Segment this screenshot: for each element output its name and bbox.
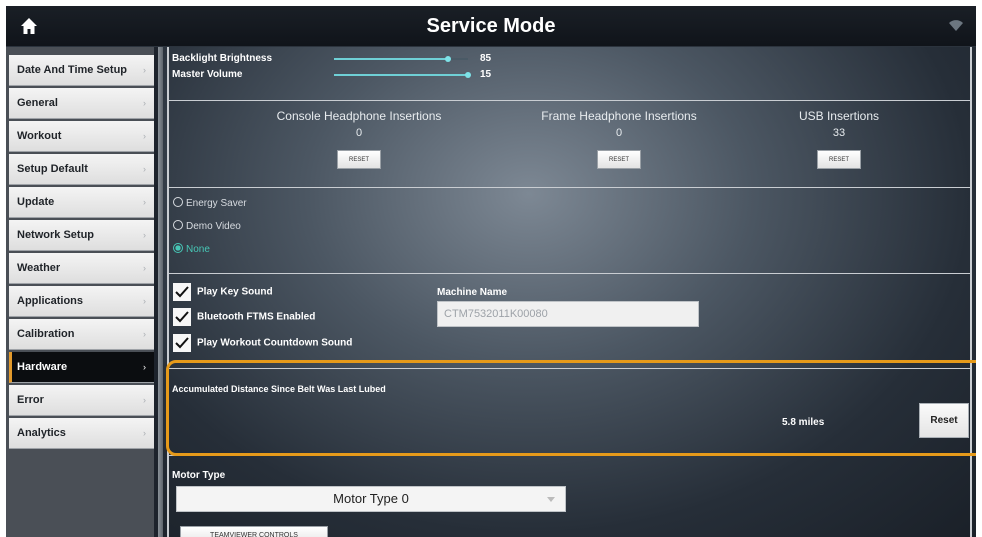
play-key-sound-checkbox-row[interactable]: Play Key Sound (173, 283, 273, 301)
mode-option-label: Energy Saver (186, 198, 247, 209)
sidebar-item-date-and-time-setup[interactable]: Date And Time Setup › (9, 55, 154, 86)
master-volume-label: Master Volume (172, 69, 243, 80)
master-volume-slider[interactable] (334, 72, 471, 78)
console-headphone-insertions-value: 0 (355, 127, 363, 139)
sidebar-item-label: Analytics (17, 427, 66, 439)
backlight-brightness-value: 85 (480, 53, 492, 64)
chevron-right-icon: › (143, 362, 146, 372)
sidebar-item-applications[interactable]: Applications › (9, 286, 154, 317)
belt-lube-distance-value: 5.8 miles (782, 417, 825, 428)
radio-button-icon[interactable] (173, 220, 183, 230)
sidebar-item-label: Calibration (17, 328, 75, 340)
machine-name-input[interactable]: CTM7532011K00080 (437, 301, 699, 327)
reset-usb-insertions-button[interactable]: RESET (817, 150, 861, 169)
chevron-right-icon: › (143, 98, 146, 108)
chevron-right-icon: › (143, 131, 146, 141)
chevron-right-icon: › (143, 197, 146, 207)
wifi-icon (949, 20, 963, 31)
backlight-brightness-label: Backlight Brightness (172, 53, 273, 64)
play-workout-countdown-checkbox-row[interactable]: Play Workout Countdown Sound (173, 334, 352, 352)
sidebar-item-network-setup[interactable]: Network Setup › (9, 220, 154, 251)
chevron-right-icon: › (143, 395, 146, 405)
master-volume-value: 15 (480, 69, 492, 80)
section-divider (167, 273, 972, 274)
machine-name-label: Machine Name (437, 287, 508, 298)
usb-insertions-value: 33 (832, 127, 846, 139)
section-divider (167, 187, 972, 188)
section-divider (167, 455, 972, 456)
sidebar: Date And Time Setup › General › Workout … (6, 47, 154, 537)
sidebar-item-workout[interactable]: Workout › (9, 121, 154, 152)
chevron-right-icon: › (143, 164, 146, 174)
sidebar-item-label: Network Setup (17, 229, 95, 241)
reset-frame-headphone-button[interactable]: RESET (597, 150, 641, 169)
content-frame-left (167, 47, 169, 537)
chevron-right-icon: › (143, 230, 146, 240)
sidebar-item-error[interactable]: Error › (9, 385, 154, 416)
sidebar-item-label: Setup Default (17, 163, 88, 175)
chevron-right-icon: › (143, 65, 146, 75)
section-divider (167, 368, 972, 369)
motor-type-label: Motor Type (172, 470, 226, 481)
chevron-right-icon: › (143, 296, 146, 306)
frame-headphone-insertions-label: Frame Headphone Insertions (541, 109, 697, 123)
sidebar-item-label: Applications (17, 295, 84, 307)
main-content: Backlight Brightness 85 Master Volume 15… (163, 47, 976, 537)
sidebar-item-label: Update (17, 196, 55, 208)
service-mode-screen: Service Mode Date And Time Setup › Gener… (6, 6, 976, 537)
belt-lube-reset-button[interactable]: Reset (919, 403, 969, 438)
motor-type-selected-value: Motor Type 0 (333, 491, 409, 506)
console-headphone-insertions-label: Console Headphone Insertions (276, 109, 442, 123)
sidebar-item-analytics[interactable]: Analytics › (9, 418, 154, 449)
checkbox-checked-icon[interactable] (173, 308, 191, 326)
slider-knob[interactable] (465, 72, 471, 78)
slider-rest-track (448, 58, 468, 60)
checkbox-checked-icon[interactable] (173, 334, 191, 352)
reset-console-headphone-button[interactable]: RESET (337, 150, 381, 169)
sidebar-item-weather[interactable]: Weather › (9, 253, 154, 284)
chevron-down-icon[interactable] (547, 497, 555, 503)
header-bar: Service Mode (6, 6, 976, 47)
slider-knob[interactable] (445, 56, 451, 62)
checkbox-label: Play Key Sound (197, 286, 273, 298)
sidebar-item-update[interactable]: Update › (9, 187, 154, 218)
mode-option-energy-saver[interactable]: Energy Saver (173, 197, 247, 209)
bluetooth-ftms-checkbox-row[interactable]: Bluetooth FTMS Enabled (173, 308, 315, 326)
chevron-right-icon: › (143, 329, 146, 339)
content-frame-right (970, 47, 972, 537)
mode-option-label: Demo Video (186, 221, 241, 232)
checkbox-checked-icon[interactable] (173, 283, 191, 301)
checkbox-label: Play Workout Countdown Sound (197, 337, 353, 349)
checkbox-label: Bluetooth FTMS Enabled (197, 311, 316, 323)
motor-type-select[interactable]: Motor Type 0 (176, 486, 566, 512)
backlight-brightness-slider[interactable] (334, 56, 468, 62)
sidebar-item-setup-default[interactable]: Setup Default › (9, 154, 154, 185)
sidebar-item-label: Date And Time Setup (17, 64, 128, 76)
chevron-right-icon: › (143, 263, 146, 273)
sidebar-item-hardware[interactable]: Hardware › (9, 352, 154, 383)
mode-option-demo-video[interactable]: Demo Video (173, 220, 241, 232)
mode-option-none[interactable]: None (173, 243, 210, 255)
sidebar-item-label: General (17, 97, 58, 109)
radio-button-selected-icon[interactable] (173, 243, 183, 253)
sidebar-item-calibration[interactable]: Calibration › (9, 319, 154, 350)
sidebar-item-label: Workout (17, 130, 62, 142)
section-divider (167, 100, 972, 101)
teamviewer-controls-button[interactable]: TEAMVIEWER CONTROLS (180, 526, 328, 537)
sidebar-item-label: Weather (17, 262, 61, 274)
usb-insertions-label: USB Insertions (798, 109, 880, 123)
page-title: Service Mode (426, 15, 556, 37)
belt-lube-distance-label: Accumulated Distance Since Belt Was Last… (172, 384, 386, 394)
frame-headphone-insertions-value: 0 (615, 127, 623, 139)
sidebar-item-general[interactable]: General › (9, 88, 154, 119)
radio-button-icon[interactable] (173, 197, 183, 207)
sidebar-item-label: Hardware (17, 361, 68, 373)
sidebar-item-label: Error (17, 394, 44, 406)
chevron-right-icon: › (143, 428, 146, 438)
mode-option-label: None (186, 244, 210, 255)
